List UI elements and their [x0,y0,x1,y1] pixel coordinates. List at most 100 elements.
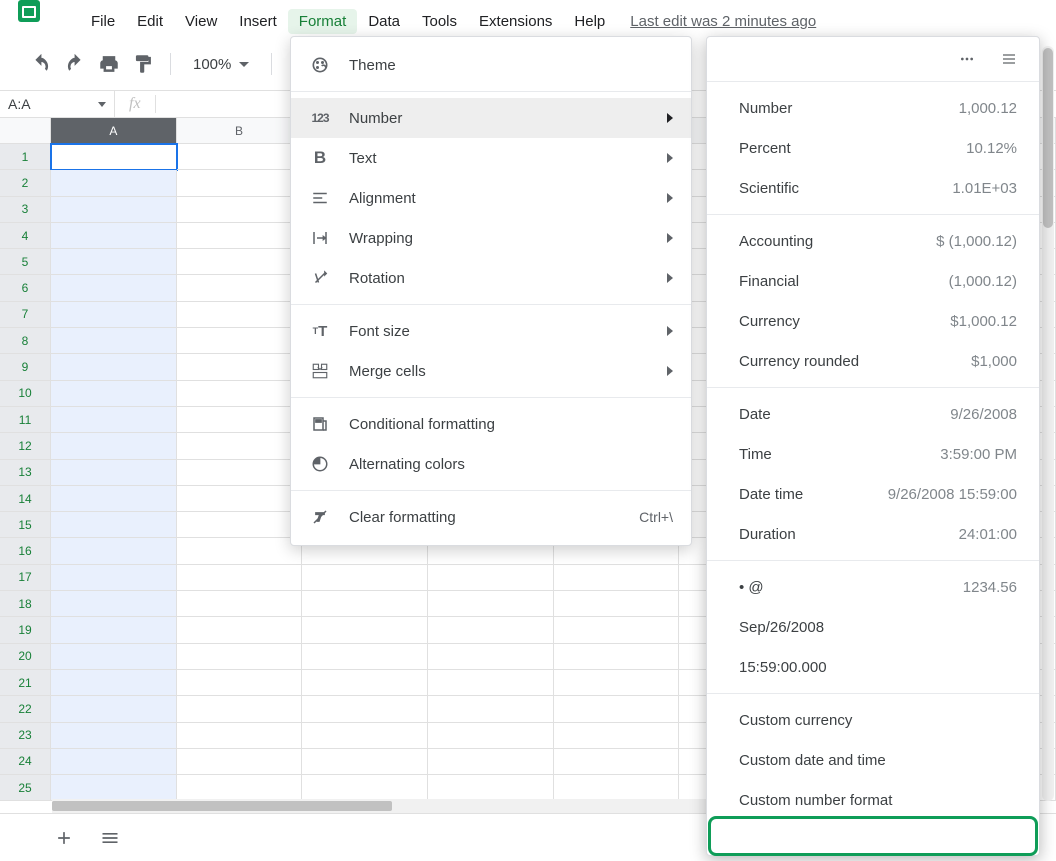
cell[interactable] [554,723,680,749]
menu-extensions[interactable]: Extensions [468,9,563,34]
number-format-option[interactable]: Currency$1,000.12 [707,301,1039,341]
cell[interactable] [554,775,680,801]
row-header[interactable]: 8 [0,328,51,354]
vertical-scrollbar[interactable] [1042,46,1054,801]
menu-edit[interactable]: Edit [126,9,174,34]
cell[interactable] [177,775,303,801]
cell[interactable] [51,197,177,223]
cell[interactable] [51,354,177,380]
menu-view[interactable]: View [174,9,228,34]
row-header[interactable]: 16 [0,538,51,564]
cell[interactable] [51,538,177,564]
row-header[interactable]: 10 [0,381,51,407]
more-icon[interactable] [959,51,975,67]
menu-rotation[interactable]: Rotation [291,258,691,298]
cell[interactable] [302,696,428,722]
number-format-option[interactable]: Date9/26/2008 [707,394,1039,434]
cell[interactable] [554,591,680,617]
cell[interactable] [302,644,428,670]
menu-merge[interactable]: Merge cells [291,351,691,391]
cell[interactable] [51,749,177,775]
cell[interactable] [51,775,177,801]
cell[interactable] [302,670,428,696]
cell[interactable] [177,565,303,591]
menu-insert[interactable]: Insert [228,9,288,34]
number-format-option[interactable]: Duration24:01:00 [707,514,1039,554]
cell[interactable] [51,670,177,696]
sheets-logo[interactable] [0,0,55,30]
cell[interactable] [302,565,428,591]
menu-wrapping[interactable]: Wrapping [291,218,691,258]
cell[interactable] [51,591,177,617]
cell[interactable] [51,460,177,486]
cell[interactable] [51,381,177,407]
cell[interactable] [554,696,680,722]
undo-icon[interactable] [30,53,52,75]
row-header[interactable]: 1 [0,144,51,170]
number-format-option[interactable]: Time3:59:00 PM [707,434,1039,474]
name-box[interactable]: A:A [0,91,114,117]
cell[interactable] [177,591,303,617]
row-header[interactable]: 2 [0,170,51,196]
cell[interactable] [302,591,428,617]
cell[interactable] [428,723,554,749]
cell[interactable] [177,328,303,354]
row-header[interactable]: 12 [0,433,51,459]
row-header[interactable]: 3 [0,197,51,223]
cell[interactable] [177,302,303,328]
row-header[interactable]: 22 [0,696,51,722]
number-format-option[interactable]: Custom currency [707,700,1039,740]
row-header[interactable]: 13 [0,460,51,486]
menu-alignment[interactable]: Alignment [291,178,691,218]
cell[interactable] [554,670,680,696]
cell[interactable] [51,223,177,249]
cell[interactable] [177,486,303,512]
cell[interactable] [51,144,177,170]
menu-fontsize[interactable]: TT Font size [291,311,691,351]
number-format-option[interactable]: Currency rounded$1,000 [707,341,1039,381]
cell[interactable] [177,433,303,459]
column-header-B[interactable]: B [177,118,303,144]
cell[interactable] [177,617,303,643]
cell[interactable] [554,565,680,591]
zoom-dropdown[interactable]: 100% [187,56,255,73]
row-header[interactable]: 9 [0,354,51,380]
number-format-option[interactable]: Financial(1,000.12) [707,261,1039,301]
cell[interactable] [554,644,680,670]
number-format-option[interactable]: Custom date and time [707,740,1039,780]
cell[interactable] [302,617,428,643]
menu-data[interactable]: Data [357,9,411,34]
cell[interactable] [177,670,303,696]
add-sheet-button[interactable] [50,824,78,852]
row-header[interactable]: 11 [0,407,51,433]
all-sheets-button[interactable] [96,824,124,852]
number-format-option[interactable]: Custom number format [707,780,1039,820]
cell[interactable] [51,302,177,328]
row-header[interactable]: 14 [0,486,51,512]
menu-tools[interactable]: Tools [411,9,468,34]
row-header[interactable]: 18 [0,591,51,617]
number-format-option[interactable]: • @1234.56 [707,567,1039,607]
cell[interactable] [51,696,177,722]
cell[interactable] [428,670,554,696]
cell[interactable] [177,275,303,301]
row-header[interactable]: 23 [0,723,51,749]
cell[interactable] [177,512,303,538]
menu-number[interactable]: 123 Number [291,98,691,138]
paint-format-icon[interactable] [132,53,154,75]
number-format-option[interactable]: Scientific1.01E+03 [707,168,1039,208]
cell[interactable] [51,723,177,749]
last-edit-link[interactable]: Last edit was 2 minutes ago [630,13,816,30]
cell[interactable] [177,723,303,749]
cell[interactable] [302,723,428,749]
row-header[interactable]: 21 [0,670,51,696]
redo-icon[interactable] [64,53,86,75]
select-all-corner[interactable] [0,118,51,144]
cell[interactable] [51,565,177,591]
menu-format[interactable]: Format [288,9,358,34]
cell[interactable] [51,486,177,512]
row-header[interactable]: 19 [0,617,51,643]
cell[interactable] [51,407,177,433]
cell[interactable] [554,749,680,775]
menu-clear-formatting[interactable]: Clear formatting Ctrl+\ [291,497,691,537]
